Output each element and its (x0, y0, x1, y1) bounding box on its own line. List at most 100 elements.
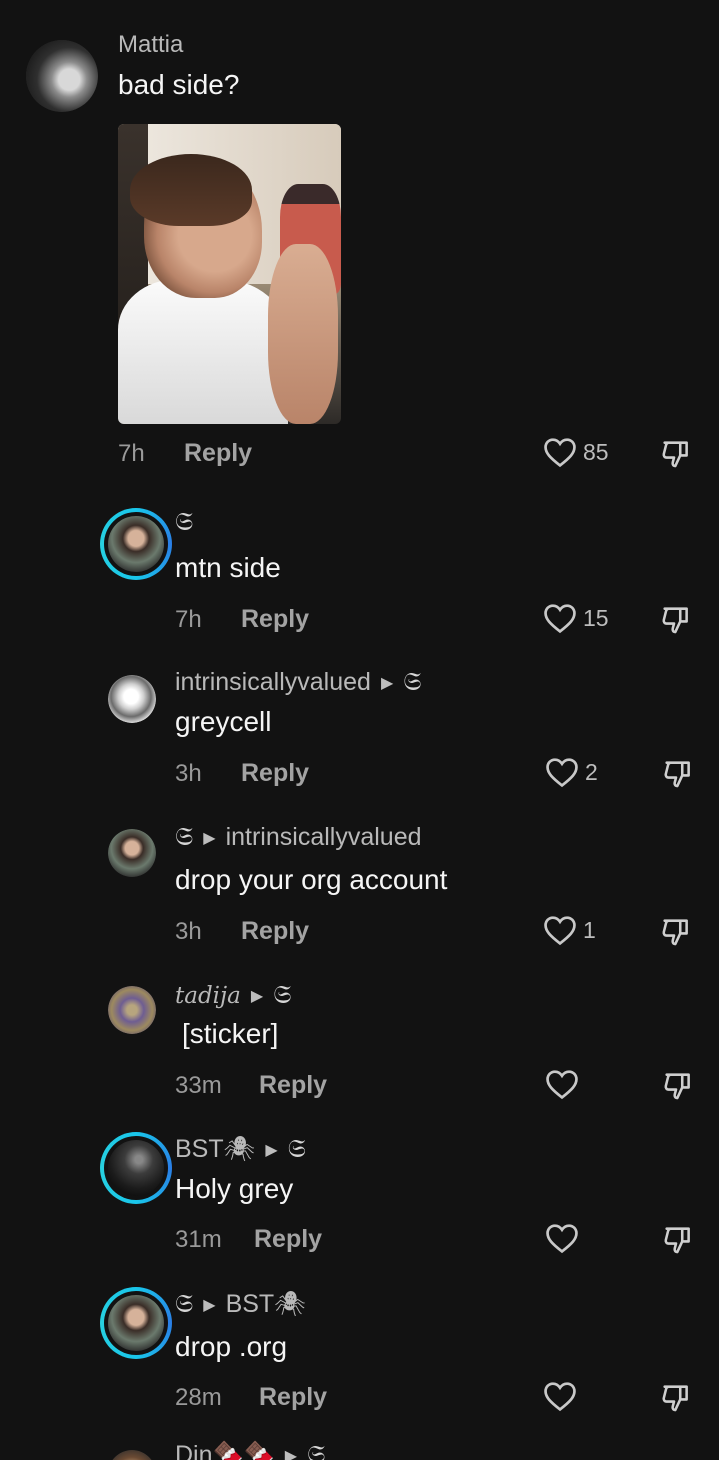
reply-button[interactable]: Reply (241, 759, 309, 788)
comment-username[interactable]: 𝔖 (175, 507, 193, 538)
avatar-s[interactable] (100, 508, 172, 580)
reply-to-username[interactable]: 𝔖 (307, 1440, 325, 1460)
timestamp: 3h (175, 759, 202, 787)
thumbs-down-icon[interactable] (659, 915, 693, 949)
comment-text: drop your org account (175, 864, 448, 895)
heart-outline-icon (546, 758, 578, 788)
avatar-image (108, 516, 164, 572)
avatar-image (108, 1295, 164, 1351)
reply-button[interactable]: Reply (184, 439, 252, 468)
avatar-din[interactable] (108, 1450, 156, 1460)
like-button[interactable]: 85 (543, 436, 609, 468)
reply-to-username[interactable]: intrinsicallyvalued (226, 823, 422, 852)
comment-username[interactable]: BST🕷 ▶ 𝔖 (175, 1134, 306, 1165)
avatar-s[interactable] (100, 1287, 172, 1359)
comment-username[interactable]: Din🍫🍫 ▶ 𝔖 (175, 1440, 325, 1460)
image-arm (268, 244, 338, 424)
like-button[interactable]: 15 (543, 602, 609, 634)
reply-to-username[interactable]: 𝔖 (403, 667, 421, 698)
avatar-image (26, 40, 98, 112)
reply-button[interactable]: Reply (259, 1383, 327, 1412)
heart-outline-icon (544, 438, 576, 468)
comment-username[interactable]: Mattia (118, 31, 183, 59)
comment-meta: 33m Reply (175, 1071, 327, 1100)
avatar-image (108, 1140, 164, 1196)
username-text[interactable]: 𝔖 (175, 507, 193, 538)
comment-text: mtn side (175, 552, 281, 583)
triangle-right-icon: ▶ (265, 1141, 278, 1159)
comment-username[interactable]: 𝔖 ▶ BST🕷 (175, 1289, 306, 1320)
like-count: 2 (585, 758, 598, 785)
reply-to-username[interactable]: BST🕷 (226, 1290, 306, 1319)
avatar-tadija[interactable] (108, 986, 156, 1034)
triangle-right-icon: ▶ (380, 674, 394, 692)
reply-button[interactable]: Reply (241, 605, 309, 634)
thumbs-down-icon[interactable] (661, 1069, 695, 1103)
like-button[interactable] (543, 1380, 583, 1412)
like-button[interactable]: 2 (545, 756, 598, 788)
comment-image[interactable] (118, 124, 341, 424)
like-count: 15 (583, 604, 609, 631)
like-button[interactable] (545, 1222, 585, 1254)
username-text[interactable]: BST🕷 (175, 1135, 255, 1164)
heart-outline-icon (544, 604, 576, 634)
timestamp: 28m (175, 1383, 222, 1411)
username-text[interactable]: 𝔖 (175, 822, 193, 853)
thumbs-down-icon[interactable] (659, 1381, 693, 1415)
like-count: 85 (583, 438, 609, 465)
timestamp: 33m (175, 1071, 222, 1099)
heart-outline-icon (544, 1382, 576, 1412)
comment-meta: 3h Reply (175, 917, 309, 946)
comment-username[interactable]: 𝔖 ▶ intrinsicallyvalued (175, 822, 422, 853)
comment-meta: 7h Reply (118, 439, 252, 468)
username-text[interactable]: 𝔖 (175, 1289, 193, 1320)
timestamp: 7h (175, 605, 202, 633)
comment-text: Holy grey (175, 1173, 294, 1204)
triangle-right-icon: ▶ (284, 1447, 298, 1460)
heart-outline-icon (546, 1070, 578, 1100)
comment-text: bad side? (118, 69, 240, 100)
username-text[interactable]: tadija (175, 983, 241, 1009)
avatar-image (108, 986, 156, 1034)
image-robe (118, 279, 288, 424)
comment-meta: 3h Reply (175, 759, 309, 788)
avatar-image (108, 1450, 156, 1460)
timestamp: 3h (175, 917, 202, 945)
thumbs-down-icon[interactable] (661, 1223, 695, 1257)
thumbs-down-icon[interactable] (659, 603, 693, 637)
like-button[interactable] (545, 1068, 585, 1100)
comment-text: greycell (175, 706, 272, 737)
reply-to-username[interactable]: 𝔖 (273, 980, 291, 1011)
heart-outline-icon (544, 916, 576, 946)
username-text[interactable]: intrinsicallyvalued (175, 668, 371, 697)
username-text[interactable]: Din🍫🍫 (175, 1441, 275, 1460)
avatar-s[interactable] (108, 829, 156, 877)
comment-meta: 28m Reply (175, 1383, 327, 1412)
comment-username[interactable]: tadija ▶ 𝔖 (175, 980, 291, 1011)
avatar-intrinsicallyvalued[interactable] (108, 675, 156, 723)
avatar-image (108, 675, 156, 723)
image-hair (130, 154, 252, 226)
heart-outline-icon (546, 1224, 578, 1254)
reply-button[interactable]: Reply (259, 1071, 327, 1100)
reply-to-username[interactable]: 𝔖 (288, 1134, 306, 1165)
comment-username[interactable]: intrinsicallyvalued ▶ 𝔖 (175, 667, 422, 698)
username-text[interactable]: Mattia (118, 31, 183, 59)
thumbs-down-icon[interactable] (659, 437, 693, 471)
avatar-mattia[interactable] (26, 40, 98, 112)
avatar-bst[interactable] (100, 1132, 172, 1204)
like-count: 1 (583, 916, 596, 943)
triangle-right-icon: ▶ (250, 986, 264, 1005)
comment-meta: 31m Reply (175, 1225, 322, 1254)
thumbs-down-icon[interactable] (661, 757, 695, 791)
triangle-right-icon: ▶ (203, 1296, 216, 1314)
avatar-image (108, 829, 156, 877)
comment-text: drop .org (175, 1331, 288, 1362)
like-button[interactable]: 1 (543, 914, 596, 946)
comments-list: Mattia bad side? 7h Reply 85 𝔖 mtn side … (0, 0, 719, 1460)
reply-button[interactable]: Reply (241, 917, 309, 946)
comment-meta: 7h Reply (175, 605, 309, 634)
reply-button[interactable]: Reply (254, 1225, 322, 1254)
triangle-right-icon: ▶ (203, 829, 216, 847)
timestamp: 7h (118, 439, 145, 467)
